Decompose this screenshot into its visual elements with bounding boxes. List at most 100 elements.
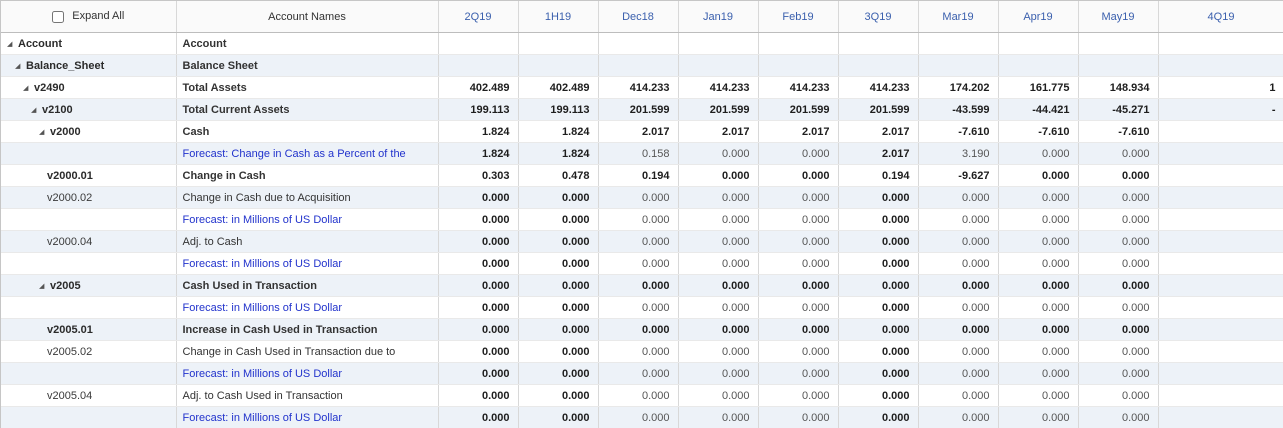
account-id-cell[interactable] xyxy=(1,362,177,385)
account-id-cell[interactable]: v2000.04 xyxy=(1,230,177,253)
value-cell[interactable]: 0.478 xyxy=(518,164,599,187)
value-cell[interactable] xyxy=(438,54,519,77)
account-name-cell[interactable]: Account xyxy=(176,32,439,55)
value-cell[interactable]: 0.000 xyxy=(438,274,519,297)
value-cell[interactable]: 0.000 xyxy=(998,230,1079,253)
value-cell[interactable]: 0.000 xyxy=(838,252,919,275)
value-cell[interactable]: 414.233 xyxy=(678,76,759,99)
value-cell[interactable] xyxy=(518,54,599,77)
value-cell[interactable] xyxy=(1078,54,1159,77)
value-cell[interactable]: 0.000 xyxy=(678,186,759,209)
value-cell[interactable] xyxy=(1158,208,1283,231)
value-cell[interactable]: 0.000 xyxy=(998,318,1079,341)
value-cell[interactable]: 201.599 xyxy=(758,98,839,121)
value-cell[interactable] xyxy=(1158,340,1283,363)
value-cell[interactable] xyxy=(838,54,919,77)
value-cell[interactable]: 0.000 xyxy=(438,186,519,209)
value-cell[interactable]: 0.000 xyxy=(998,208,1079,231)
value-cell[interactable]: 0.194 xyxy=(598,164,679,187)
value-cell[interactable]: -45.271 xyxy=(1078,98,1159,121)
value-cell[interactable]: 199.113 xyxy=(438,98,519,121)
account-name-cell[interactable]: Total Assets xyxy=(176,76,439,99)
account-id-cell[interactable]: v2000.01 xyxy=(1,164,177,187)
value-cell[interactable]: 0.000 xyxy=(838,208,919,231)
account-name-cell[interactable]: Change in Cash xyxy=(176,164,439,187)
value-cell[interactable]: 0.000 xyxy=(998,362,1079,385)
expand-triangle-icon[interactable]: ◢ xyxy=(39,128,50,136)
value-cell[interactable] xyxy=(998,54,1079,77)
value-cell[interactable] xyxy=(1158,142,1283,165)
value-cell[interactable]: 0.000 xyxy=(918,274,999,297)
value-cell[interactable]: - xyxy=(1158,98,1283,121)
forecast-method-cell[interactable]: Forecast: in Millions of US Dollar xyxy=(176,362,439,385)
value-cell[interactable]: 0.000 xyxy=(838,230,919,253)
value-cell[interactable] xyxy=(1078,32,1159,55)
value-cell[interactable]: 0.000 xyxy=(758,164,839,187)
value-cell[interactable]: 414.233 xyxy=(838,76,919,99)
value-cell[interactable]: 0.000 xyxy=(678,296,759,319)
value-cell[interactable]: 0.000 xyxy=(838,406,919,428)
forecast-method-cell[interactable]: Forecast: in Millions of US Dollar xyxy=(176,208,439,231)
value-cell[interactable]: 0.000 xyxy=(598,384,679,407)
value-cell[interactable]: 0.000 xyxy=(918,340,999,363)
value-cell[interactable] xyxy=(518,32,599,55)
forecast-method-cell[interactable]: Forecast: in Millions of US Dollar xyxy=(176,296,439,319)
value-cell[interactable]: 0.000 xyxy=(1078,362,1159,385)
account-id-cell[interactable]: v2005.02 xyxy=(1,340,177,363)
account-name-cell[interactable]: Adj. to Cash xyxy=(176,230,439,253)
value-cell[interactable]: 402.489 xyxy=(438,76,519,99)
value-cell[interactable] xyxy=(678,32,759,55)
value-cell[interactable]: 0.000 xyxy=(918,186,999,209)
value-cell[interactable]: 0.000 xyxy=(438,384,519,407)
value-cell[interactable]: 0.000 xyxy=(598,186,679,209)
period-header-1H19[interactable]: 1H19 xyxy=(518,1,599,33)
expand-triangle-icon[interactable]: ◢ xyxy=(7,40,18,48)
value-cell[interactable]: 0.000 xyxy=(518,230,599,253)
value-cell[interactable]: 1.824 xyxy=(438,120,519,143)
value-cell[interactable]: -43.599 xyxy=(918,98,999,121)
account-name-cell[interactable]: Cash xyxy=(176,120,439,143)
value-cell[interactable]: 0.000 xyxy=(998,186,1079,209)
period-header-3Q19[interactable]: 3Q19 xyxy=(838,1,919,33)
value-cell[interactable]: 0.000 xyxy=(838,296,919,319)
value-cell[interactable]: 0.000 xyxy=(518,384,599,407)
value-cell[interactable]: 2.017 xyxy=(838,120,919,143)
account-name-cell[interactable]: Cash Used in Transaction xyxy=(176,274,439,297)
value-cell[interactable]: 0.000 xyxy=(1078,142,1159,165)
value-cell[interactable]: 199.113 xyxy=(518,98,599,121)
value-cell[interactable] xyxy=(1158,384,1283,407)
account-id-cell[interactable] xyxy=(1,406,177,428)
value-cell[interactable]: 0.000 xyxy=(438,340,519,363)
value-cell[interactable]: 0.000 xyxy=(758,340,839,363)
account-id-cell[interactable]: ◢ v2100 xyxy=(1,98,177,121)
value-cell[interactable]: 0.000 xyxy=(998,384,1079,407)
value-cell[interactable]: 0.000 xyxy=(438,252,519,275)
value-cell[interactable]: 1.824 xyxy=(438,142,519,165)
value-cell[interactable] xyxy=(438,32,519,55)
value-cell[interactable]: 0.000 xyxy=(838,362,919,385)
value-cell[interactable]: 0.000 xyxy=(1078,252,1159,275)
value-cell[interactable]: 0.000 xyxy=(838,186,919,209)
period-header-Jan19[interactable]: Jan19 xyxy=(678,1,759,33)
value-cell[interactable]: 0.000 xyxy=(838,340,919,363)
value-cell[interactable]: 0.000 xyxy=(998,296,1079,319)
account-name-cell[interactable]: Adj. to Cash Used in Transaction xyxy=(176,384,439,407)
value-cell[interactable]: 414.233 xyxy=(598,76,679,99)
value-cell[interactable] xyxy=(918,32,999,55)
value-cell[interactable] xyxy=(1158,406,1283,428)
value-cell[interactable] xyxy=(758,54,839,77)
value-cell[interactable]: 3.190 xyxy=(918,142,999,165)
value-cell[interactable]: 0.000 xyxy=(518,252,599,275)
value-cell[interactable]: 0.000 xyxy=(518,208,599,231)
value-cell[interactable]: 0.000 xyxy=(1078,274,1159,297)
value-cell[interactable]: 0.000 xyxy=(998,164,1079,187)
value-cell[interactable]: 0.000 xyxy=(518,362,599,385)
value-cell[interactable]: 0.000 xyxy=(438,362,519,385)
value-cell[interactable]: 0.000 xyxy=(438,208,519,231)
value-cell[interactable]: 201.599 xyxy=(838,98,919,121)
value-cell[interactable] xyxy=(598,32,679,55)
value-cell[interactable] xyxy=(1158,164,1283,187)
value-cell[interactable]: 161.775 xyxy=(998,76,1079,99)
period-header-2Q19[interactable]: 2Q19 xyxy=(438,1,519,33)
value-cell[interactable] xyxy=(1158,230,1283,253)
